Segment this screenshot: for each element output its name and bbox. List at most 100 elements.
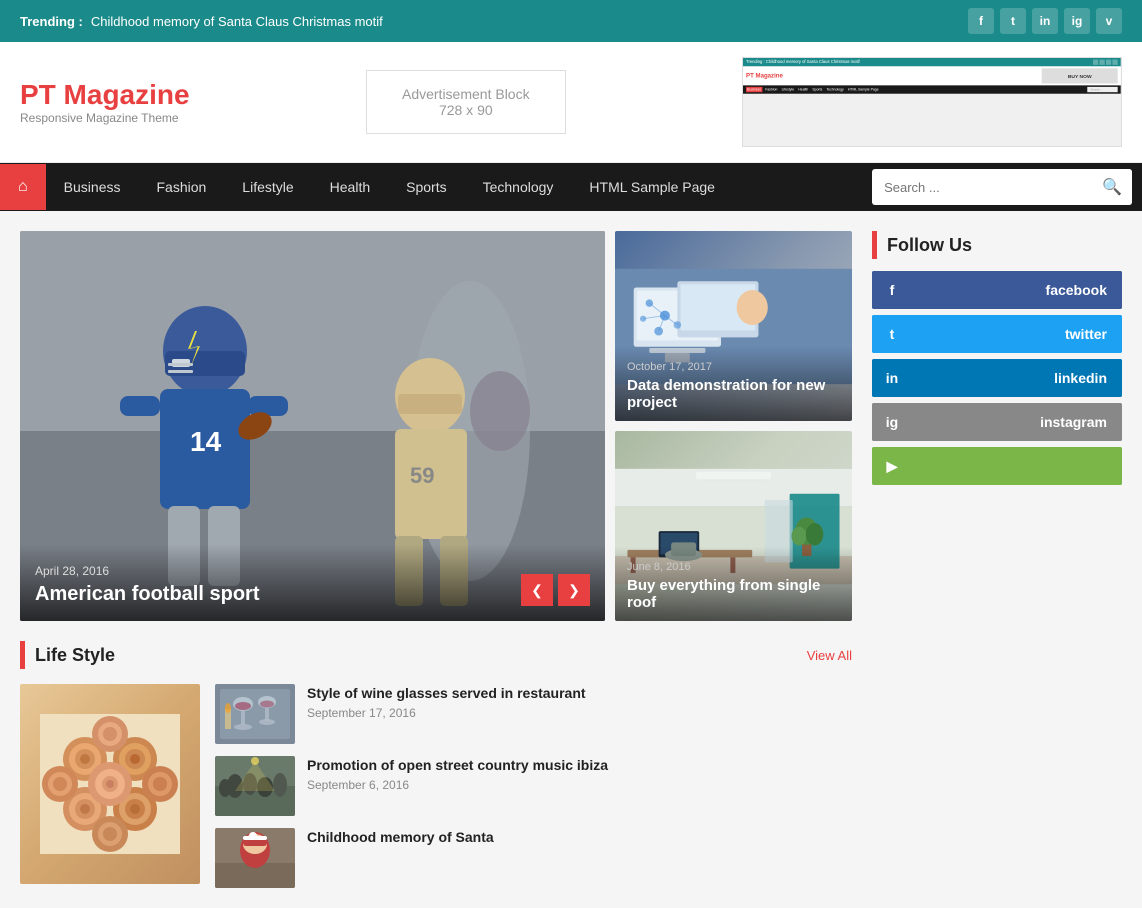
article-info-3: Childhood memory of Santa xyxy=(307,828,852,850)
preview-nav: Business Fashion Lifestyle Health Sports… xyxy=(743,85,1121,93)
nav-health[interactable]: Health xyxy=(312,165,388,209)
hero-card-office-title: Buy everything from single roof xyxy=(627,577,840,611)
nav-fashion[interactable]: Fashion xyxy=(138,165,224,209)
lifestyle-title-wrap: Life Style xyxy=(20,641,115,669)
facebook-follow-icon: f xyxy=(872,271,912,309)
lifestyle-main-image xyxy=(20,684,200,884)
hero-main-date: April 28, 2016 xyxy=(35,564,590,578)
instagram-follow-icon: ig xyxy=(872,403,912,441)
logo-title[interactable]: PT Magazine xyxy=(20,79,190,111)
lifestyle-title-bar xyxy=(20,641,25,669)
article-info-2: Promotion of open street country music i… xyxy=(307,756,852,792)
lifestyle-content: Style of wine glasses served in restaura… xyxy=(20,684,852,888)
trending-article: Childhood memory of Santa Claus Christma… xyxy=(91,14,383,29)
lifestyle-pastry-bg xyxy=(20,684,200,884)
home-button[interactable]: ⌂ xyxy=(0,164,46,210)
linkedin-follow-label: linkedin xyxy=(912,359,1122,397)
hero-card-tech: October 17, 2017 Data demonstration for … xyxy=(615,231,852,421)
logo-area: PT Magazine Responsive Magazine Theme xyxy=(20,79,190,125)
main-content: 14 59 xyxy=(0,211,1142,908)
hero-card-tech-date: October 17, 2017 xyxy=(627,361,840,373)
twitter-follow-button[interactable]: t twitter xyxy=(872,315,1122,353)
article-title-3: Childhood memory of Santa xyxy=(307,828,852,846)
hero-next-button[interactable]: ❯ xyxy=(558,574,590,606)
svg-text:59: 59 xyxy=(410,463,434,488)
green-follow-label xyxy=(912,447,1122,485)
article-date-2: September 6, 2016 xyxy=(307,778,852,792)
header: PT Magazine Responsive Magazine Theme Ad… xyxy=(0,42,1142,163)
hero-prev-button[interactable]: ❮ xyxy=(521,574,553,606)
article-thumb-2 xyxy=(215,756,295,816)
hero-side-cards: October 17, 2017 Data demonstration for … xyxy=(615,231,852,621)
nav-business[interactable]: Business xyxy=(46,165,139,209)
follow-section: Follow Us f facebook t twitter in linked… xyxy=(872,231,1122,485)
nav-bar: ⌂ Business Fashion Lifestyle Health Spor… xyxy=(0,163,1142,211)
lifestyle-section: Life Style View All xyxy=(20,641,852,888)
hero-section: 14 59 xyxy=(20,231,852,621)
hero-card-office-date: June 8, 2016 xyxy=(627,561,840,573)
hero-main: 14 59 xyxy=(20,231,605,621)
twitter-follow-label: twitter xyxy=(912,315,1122,353)
twitter-top-icon[interactable]: t xyxy=(1000,8,1026,34)
header-preview: Trending : Childhood memory of Santa Cla… xyxy=(742,57,1122,147)
instagram-top-icon[interactable]: ig xyxy=(1064,8,1090,34)
hero-card-office-overlay: June 8, 2016 Buy everything from single … xyxy=(615,546,852,621)
instagram-follow-label: instagram xyxy=(912,403,1122,441)
lifestyle-title: Life Style xyxy=(35,645,115,666)
facebook-follow-button[interactable]: f facebook xyxy=(872,271,1122,309)
search-box[interactable]: 🔍 xyxy=(872,169,1132,205)
nav-technology[interactable]: Technology xyxy=(465,165,572,209)
nav-sports[interactable]: Sports xyxy=(388,165,464,209)
nav-lifestyle[interactable]: Lifestyle xyxy=(224,165,311,209)
instagram-follow-button[interactable]: ig instagram xyxy=(872,403,1122,441)
preview-logo-area: PT Magazine BUY NOW xyxy=(743,66,1121,85)
hero-card-tech-title: Data demonstration for new project xyxy=(627,377,840,411)
article-date-1: September 17, 2016 xyxy=(307,706,852,720)
follow-title-bar xyxy=(872,231,877,259)
vimeo-top-icon[interactable]: v xyxy=(1096,8,1122,34)
green-follow-icon: ▶ xyxy=(872,447,912,485)
article-title-1: Style of wine glasses served in restaura… xyxy=(307,684,852,702)
nav-html-sample[interactable]: HTML Sample Page xyxy=(571,165,733,209)
santa-thumb-svg xyxy=(215,828,295,888)
street-thumb-svg xyxy=(215,756,295,816)
twitter-follow-icon: t xyxy=(872,315,912,353)
article-thumb-3 xyxy=(215,828,295,888)
social-top-icons: f t in ig v xyxy=(968,8,1122,34)
wine-thumb-svg xyxy=(215,684,295,744)
linkedin-follow-button[interactable]: in linkedin xyxy=(872,359,1122,397)
hero-nav-buttons: ❮ ❯ xyxy=(521,574,590,606)
article-title-2: Promotion of open street country music i… xyxy=(307,756,852,774)
ad-block: Advertisement Block 728 x 90 xyxy=(366,70,566,134)
preview-trending: Trending : Childhood memory of Santa Cla… xyxy=(743,58,1121,66)
trending-text: Trending : Childhood memory of Santa Cla… xyxy=(20,14,383,29)
search-icon: 🔍 xyxy=(1102,179,1122,196)
article-item-2: Promotion of open street country music i… xyxy=(215,756,852,816)
ad-title: Advertisement Block xyxy=(397,86,535,102)
trending-bar: Trending : Childhood memory of Santa Cla… xyxy=(0,0,1142,42)
follow-title-wrap: Follow Us xyxy=(872,231,1122,259)
follow-title: Follow Us xyxy=(887,235,972,256)
ad-size: 728 x 90 xyxy=(397,102,535,118)
hero-card-tech-overlay: October 17, 2017 Data demonstration for … xyxy=(615,346,852,421)
lifestyle-articles: Style of wine glasses served in restaura… xyxy=(215,684,852,888)
hero-main-overlay: April 28, 2016 American football sport xyxy=(20,544,605,621)
trending-label: Trending : xyxy=(20,14,83,29)
search-input[interactable] xyxy=(872,172,1092,203)
svg-text:14: 14 xyxy=(190,426,222,457)
article-info-1: Style of wine glasses served in restaura… xyxy=(307,684,852,720)
hero-main-title: American football sport xyxy=(35,583,590,606)
content-left: 14 59 xyxy=(20,231,852,888)
green-follow-button[interactable]: ▶ xyxy=(872,447,1122,485)
facebook-top-icon[interactable]: f xyxy=(968,8,994,34)
view-all-link[interactable]: View All xyxy=(807,648,852,663)
sidebar: Follow Us f facebook t twitter in linked… xyxy=(872,231,1122,888)
facebook-follow-label: facebook xyxy=(912,271,1122,309)
search-button[interactable]: 🔍 xyxy=(1092,169,1132,205)
article-item-3: Childhood memory of Santa xyxy=(215,828,852,888)
logo-subtitle: Responsive Magazine Theme xyxy=(20,111,190,125)
nav-items: Business Fashion Lifestyle Health Sports… xyxy=(46,165,862,209)
lifestyle-header: Life Style View All xyxy=(20,641,852,669)
article-item-1: Style of wine glasses served in restaura… xyxy=(215,684,852,744)
linkedin-top-icon[interactable]: in xyxy=(1032,8,1058,34)
